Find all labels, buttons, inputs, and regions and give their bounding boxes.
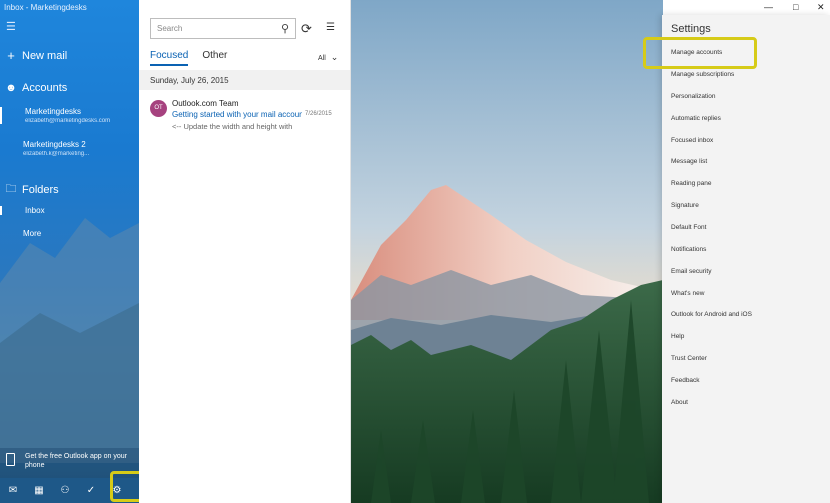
people-icon[interactable]: ⚇ bbox=[52, 485, 78, 496]
mountain-landscape-image bbox=[351, 0, 663, 503]
reading-pane-background bbox=[351, 0, 663, 503]
manage-accounts-highlight bbox=[643, 37, 757, 69]
new-mail-label: New mail bbox=[22, 49, 68, 62]
close-icon[interactable]: ✕ bbox=[817, 2, 825, 13]
message-subject: Getting started with your mail account bbox=[172, 110, 302, 119]
tab-focused[interactable]: Focused bbox=[150, 50, 189, 66]
account-email: elizabeth.k@marketing... bbox=[23, 151, 90, 157]
sender-avatar: OT bbox=[150, 100, 167, 117]
settings-item-default-font[interactable]: Default Font bbox=[671, 224, 706, 231]
settings-item-trust-center[interactable]: Trust Center bbox=[671, 355, 707, 362]
todo-icon[interactable]: ✓ bbox=[78, 485, 104, 496]
settings-item-manage-subscriptions[interactable]: Manage subscriptions bbox=[671, 71, 734, 78]
navigation-pane: Inbox - Marketingdesks ☰ + New mail ☻ Ac… bbox=[0, 0, 139, 503]
folders-header[interactable]: 🗀 Folders bbox=[0, 180, 139, 199]
account-name: Marketingdesks 2 bbox=[23, 140, 86, 149]
inbox-label: Inbox bbox=[25, 206, 45, 215]
hamburger-icon[interactable]: ☰ bbox=[6, 22, 16, 33]
person-icon: ☻ bbox=[5, 82, 17, 94]
accounts-header[interactable]: ☻ Accounts bbox=[0, 82, 139, 94]
settings-item-email-security[interactable]: Email security bbox=[671, 268, 711, 275]
folder-item-inbox[interactable]: Inbox bbox=[0, 206, 139, 215]
more-label: More bbox=[23, 229, 42, 238]
search-icon[interactable]: ⚲ bbox=[281, 22, 289, 35]
folder-icon: 🗀 bbox=[5, 183, 17, 195]
message-sender: Outlook.com Team bbox=[172, 99, 239, 108]
account-email: elizabeth@marketingdesks.com bbox=[25, 118, 111, 124]
settings-item-help[interactable]: Help bbox=[671, 333, 684, 340]
accounts-label: Accounts bbox=[22, 82, 68, 94]
promo-text: Get the free Outlook app on your phone bbox=[25, 453, 127, 469]
settings-item-whats-new[interactable]: What's new bbox=[671, 290, 704, 297]
nav-background-mountain bbox=[0, 218, 139, 463]
message-item[interactable]: OT Outlook.com Team Getting started with… bbox=[139, 95, 350, 137]
window-title: Inbox - Marketingdesks bbox=[4, 3, 87, 12]
search-box[interactable]: Search ⚲ bbox=[150, 18, 296, 39]
message-date: 7/26/2015 bbox=[305, 111, 332, 117]
message-preview: <-- Update the width and height with bbox=[172, 122, 293, 131]
selection-mode-icon[interactable]: ☰ bbox=[326, 22, 335, 33]
settings-panel: Settings Manage accounts Manage subscrip… bbox=[662, 15, 830, 503]
filter-dropdown[interactable]: All ⌄ bbox=[318, 52, 338, 63]
tab-other[interactable]: Other bbox=[202, 50, 227, 66]
settings-item-focused-inbox[interactable]: Focused inbox bbox=[671, 137, 713, 144]
folder-item-more[interactable]: More bbox=[0, 229, 139, 238]
minimize-icon[interactable]: — bbox=[764, 2, 773, 12]
chevron-down-icon: ⌄ bbox=[330, 52, 339, 62]
search-input[interactable]: Search bbox=[157, 24, 281, 33]
settings-item-message-list[interactable]: Message list bbox=[671, 158, 707, 165]
plus-icon: + bbox=[7, 48, 15, 63]
settings-item-notifications[interactable]: Notifications bbox=[671, 246, 706, 253]
sync-icon[interactable]: ⟳ bbox=[301, 21, 312, 37]
calendar-icon[interactable]: ▦ bbox=[26, 485, 52, 496]
phone-icon bbox=[6, 453, 15, 466]
message-list-pane: Search ⚲ ⟳ ☰ Focused Other All ⌄ Sunday,… bbox=[139, 0, 351, 503]
folders-label: Folders bbox=[22, 183, 59, 196]
inbox-tabs: Focused Other bbox=[150, 50, 227, 66]
account-item-2[interactable]: Marketingdesks 2 elizabeth.k@marketing..… bbox=[0, 140, 139, 157]
settings-item-signature[interactable]: Signature bbox=[671, 202, 699, 209]
maximize-icon[interactable]: □ bbox=[793, 2, 798, 12]
settings-item-automatic-replies[interactable]: Automatic replies bbox=[671, 115, 721, 122]
account-name: Marketingdesks bbox=[25, 107, 82, 116]
date-header: Sunday, July 26, 2015 bbox=[139, 70, 350, 90]
new-mail-button[interactable]: + New mail bbox=[0, 48, 139, 63]
settings-item-personalization[interactable]: Personalization bbox=[671, 93, 715, 100]
settings-item-outlook-mobile[interactable]: Outlook for Android and iOS bbox=[671, 311, 752, 318]
account-item-1[interactable]: Marketingdesks elizabeth@marketingdesks.… bbox=[0, 107, 139, 124]
settings-item-reading-pane[interactable]: Reading pane bbox=[671, 180, 711, 187]
settings-item-feedback[interactable]: Feedback bbox=[671, 377, 700, 384]
settings-item-about[interactable]: About bbox=[671, 399, 688, 406]
filter-label: All bbox=[318, 55, 326, 62]
mail-icon[interactable]: ✉ bbox=[0, 485, 26, 496]
settings-title: Settings bbox=[671, 23, 711, 35]
